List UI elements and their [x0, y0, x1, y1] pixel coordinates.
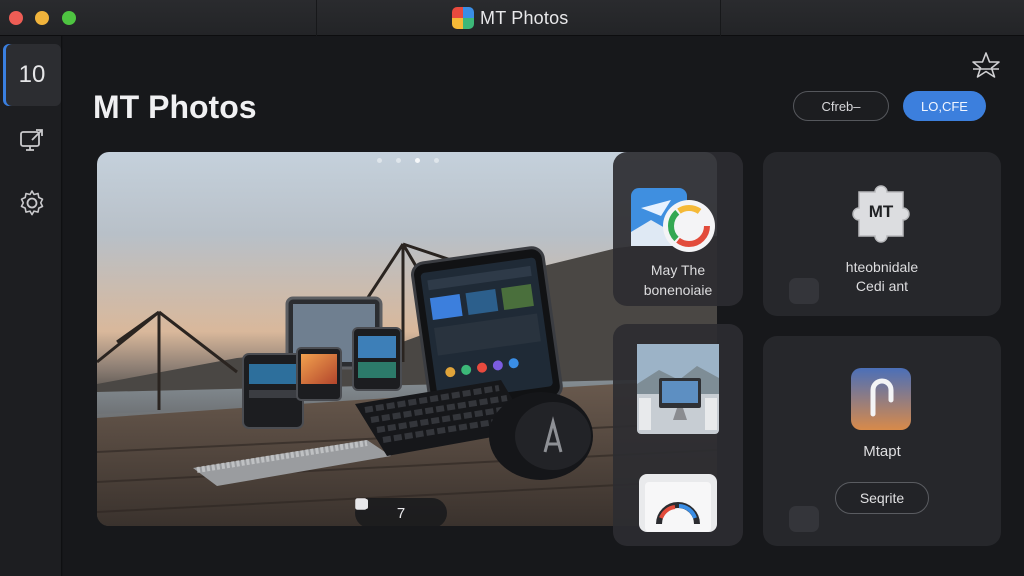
- carousel-indicator[interactable]: [377, 158, 439, 163]
- mt-icon-text: MT: [868, 202, 894, 221]
- carousel-dot[interactable]: [396, 158, 401, 163]
- card-badge: [789, 278, 819, 304]
- sidebar-item-count[interactable]: 10: [3, 44, 61, 106]
- star-outline-icon: [972, 52, 1000, 78]
- sidebar-item-settings[interactable]: [3, 172, 61, 234]
- feature-card-mt[interactable]: MT htеobnidale Cedi ant: [763, 152, 1001, 316]
- page-title: MT Photos: [93, 89, 257, 125]
- favorites-button[interactable]: [970, 50, 1002, 80]
- close-window-button[interactable]: [9, 11, 23, 25]
- feature-card-line1: htеobnidale: [845, 259, 919, 275]
- carousel-dot[interactable]: [434, 158, 439, 163]
- sidebar-item-share[interactable]: [3, 109, 61, 171]
- photo-counter[interactable]: 7: [355, 498, 447, 526]
- share-screen-icon: [20, 129, 43, 151]
- sidebar: 10: [0, 36, 62, 576]
- carousel-dot-active[interactable]: [415, 158, 420, 163]
- gear-icon: [20, 190, 44, 216]
- speedometer-app-thumbnail: [639, 474, 717, 532]
- stack-icon[interactable]: [355, 498, 369, 510]
- primary-action-button[interactable]: LO,CFE: [903, 91, 986, 121]
- main-area: MT Photos Cfreb– LO,CFE 7 May The boneno…: [63, 36, 1024, 576]
- zoom-window-button[interactable]: [62, 11, 76, 25]
- hook-app-icon: [851, 368, 911, 430]
- photo-stack-card[interactable]: [613, 324, 743, 546]
- window-title-group: MT Photos: [452, 7, 569, 29]
- secondary-action-button[interactable]: Cfreb–: [793, 91, 889, 121]
- photo-gauge-app-icon: [631, 188, 715, 252]
- app-card-photos[interactable]: May The bonenoiaie: [613, 152, 743, 306]
- app-card-label-line2: bonenoiaie: [643, 282, 713, 298]
- feature-card-mtapt[interactable]: Mtapt Seqrite: [763, 336, 1001, 546]
- title-bar: MT Photos: [0, 0, 1024, 36]
- feature-card-title: Mtapt: [863, 443, 901, 460]
- sidebar-item-label: 10: [18, 61, 46, 88]
- gallery-thumbnail: [637, 344, 719, 434]
- photo-count-group: 7: [355, 498, 406, 522]
- photos-app-icon: [452, 7, 474, 29]
- photo-count-value: 7: [396, 504, 406, 522]
- card-action-button[interactable]: Seqrite: [835, 482, 929, 514]
- mt-puzzle-icon: MT: [849, 182, 913, 246]
- app-card-label-line1: May The: [650, 262, 706, 278]
- window-title: MT Photos: [480, 7, 569, 28]
- titlebar-divider: [316, 0, 317, 36]
- titlebar-divider: [720, 0, 721, 36]
- card-badge: [789, 506, 819, 532]
- carousel-dot[interactable]: [377, 158, 382, 163]
- minimize-window-button[interactable]: [35, 11, 49, 25]
